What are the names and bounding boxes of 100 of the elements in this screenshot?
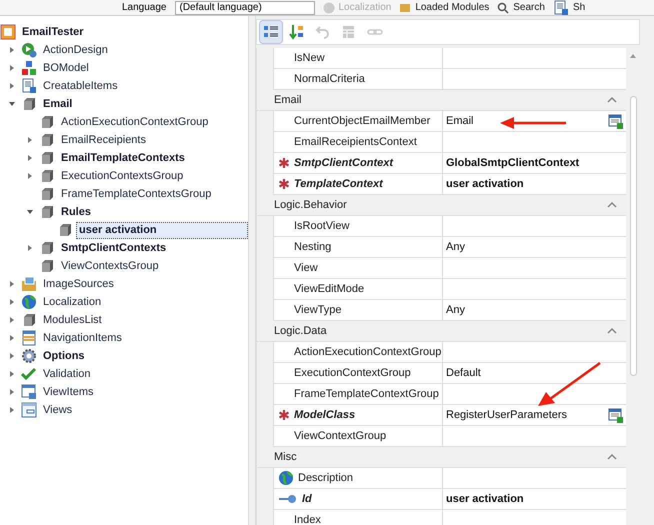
property-name-cell[interactable]: Description [273,468,443,489]
tree-item[interactable]: ModulesList [40,312,105,328]
categorized-icon[interactable] [259,20,283,44]
tree-item[interactable]: ExecutionContextsGroup [58,168,186,184]
tree-item[interactable]: EmailTemplateContexts [58,150,188,166]
tree-item[interactable]: CreatableItems [40,78,121,94]
property-name-cell[interactable]: Id [273,489,443,510]
annotation-arrow [538,361,602,407]
tree-item[interactable]: EmailTester [19,24,87,40]
property-value-cell[interactable] [443,258,626,279]
property-name-cell[interactable]: EmailReceipientsContext [273,132,443,153]
tree-item[interactable]: BOModel [40,60,92,76]
property-value: Default [446,366,481,381]
property-name-cell[interactable]: TemplateContext [273,174,443,195]
property-value-cell[interactable]: user activation [443,489,626,510]
category-header[interactable]: Email [257,90,626,111]
property-name: ActionExecutionContextGroup [294,344,442,360]
globe-icon [278,470,294,486]
property-name-cell[interactable]: ModelClass [273,405,443,426]
tree-item[interactable]: user activation [76,222,248,238]
toolbar-button[interactable]: Loaded Modules [415,0,490,15]
category-title: Logic.Data [274,324,327,339]
cube-icon [39,186,55,202]
property-name: ModelClass [294,408,356,423]
tree-item[interactable]: ViewItems [40,384,97,400]
property-name: SmtpClientContext [294,156,393,171]
property-value-cell[interactable]: Any [443,237,626,258]
tree-item[interactable]: ActionExecutionContextGroup [58,114,212,130]
property-name: CurrentObjectEmailMember [294,114,430,129]
property-value-cell[interactable] [443,510,626,525]
tree-item[interactable]: Options [40,348,88,364]
cube-icon [39,150,55,166]
property-value-cell[interactable] [443,69,626,90]
property-name-cell[interactable]: IsRootView [273,216,443,237]
language-dropdown[interactable]: (Default language) [174,0,314,14]
window-icon [21,384,37,400]
property-name: IsRootView [294,218,350,234]
tree-item[interactable]: Email [40,96,76,112]
cube-icon [57,222,73,238]
table-editor-icon[interactable] [608,408,623,422]
key-icon [278,493,298,505]
tree-item[interactable]: FrameTemplateContextsGroup [58,186,214,202]
property-value: Any [446,302,465,318]
gear-icon [21,348,37,364]
property-name-cell[interactable]: SmtpClientContext [273,153,443,174]
tree-item[interactable]: Rules [58,204,94,220]
tree-item[interactable]: ViewContextsGroup [58,258,162,274]
property-name-cell[interactable]: ViewType [273,300,443,321]
cube-icon [39,168,55,184]
property-name-cell[interactable]: ViewEditMode [273,279,443,300]
cube-icon [39,258,55,274]
property-value-cell[interactable] [443,48,626,69]
property-name: NormalCriteria [294,72,365,87]
cube-icon [21,312,37,328]
toolbar-button[interactable]: Sh [572,0,586,15]
tree-item[interactable]: Localization [40,294,104,310]
property-value-cell[interactable] [443,132,626,153]
property-name: Id [302,492,312,507]
property-value-cell[interactable]: user activation [443,174,626,195]
property-value-cell[interactable]: Any [443,300,626,321]
property-value-cell[interactable]: Default [443,363,626,384]
tree-item[interactable]: Views [40,402,76,418]
scrollbar-thumb[interactable] [630,96,636,376]
table-editor-icon[interactable] [608,114,623,128]
property-value: Any [446,240,465,255]
property-name-cell[interactable]: IsNew [273,48,443,69]
property-name-cell[interactable]: FrameTemplateContextGroup [273,384,443,405]
category-header[interactable]: Logic.Behavior [257,195,626,216]
property-name-cell[interactable]: View [273,258,443,279]
tree-item[interactable]: NavigationItems [40,330,125,346]
property-name-cell[interactable]: Index [273,510,443,525]
toolbar-button[interactable]: Search [513,0,545,15]
property-value-cell[interactable]: GlobalSmtpClientContext [443,153,626,174]
property-name-cell[interactable]: ActionExecutionContextGroup [273,342,443,363]
property-name-cell[interactable]: Nesting [273,237,443,258]
property-name-cell[interactable]: CurrentObjectEmailMember [273,111,443,132]
property-value-cell[interactable]: RegisterUserParameters [443,405,626,426]
property-value-cell[interactable] [443,216,626,237]
category-header[interactable]: Misc [257,447,626,468]
tree-item[interactable]: EmailReceipients [58,132,149,148]
property-name: Description [298,470,354,486]
scroll-up-icon[interactable] [629,52,637,60]
category-title: Misc [274,450,297,465]
property-value-cell[interactable] [443,342,626,363]
tree-item[interactable]: SmtpClientContexts [58,240,170,256]
property-name-cell[interactable]: NormalCriteria [273,69,443,90]
tree-item[interactable]: Validation [40,366,94,382]
property-value-cell[interactable]: Email [443,111,626,132]
property-value-cell[interactable] [443,426,626,447]
list-icon [21,330,37,346]
property-value-cell[interactable] [443,468,626,489]
tree-item[interactable]: ImageSources [40,276,117,292]
category-header[interactable]: Logic.Data [257,321,626,342]
property-name-cell[interactable]: ExecutionContextGroup [273,363,443,384]
property-name: TemplateContext [294,176,383,192]
property-value-cell[interactable] [443,384,626,405]
tree-item[interactable]: ActionDesign [40,42,111,58]
property-name: EmailReceipientsContext [294,134,417,150]
property-value-cell[interactable] [443,279,626,300]
property-name-cell[interactable]: ViewContextGroup [273,426,443,447]
